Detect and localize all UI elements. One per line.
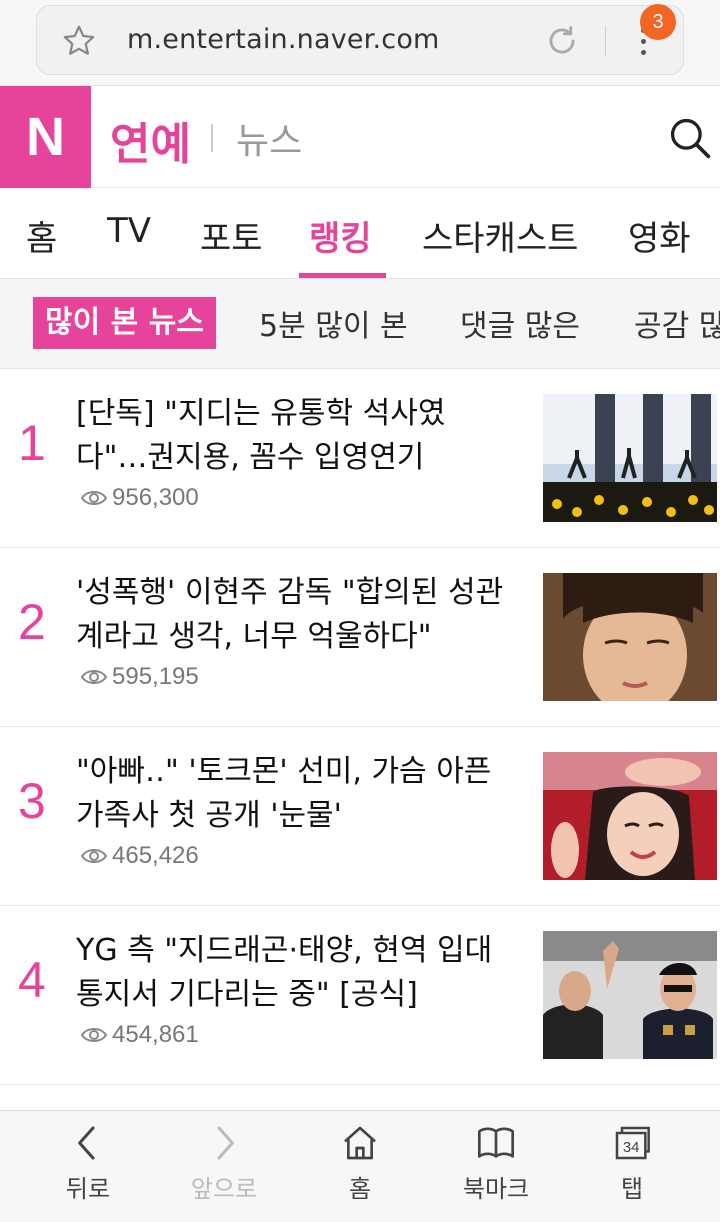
main-tabs: 홈 TV 포토 랭킹 스타캐스트 영화 bbox=[0, 189, 720, 279]
tab-movie[interactable]: 영화 bbox=[628, 211, 691, 260]
tab-ranking[interactable]: 랭킹 bbox=[309, 211, 372, 260]
view-count-value: 956,300 bbox=[112, 484, 199, 511]
star-icon[interactable] bbox=[61, 23, 97, 59]
eye-icon bbox=[80, 491, 108, 505]
tabs-icon: 34 bbox=[615, 1126, 650, 1160]
news-title[interactable]: '성폭행' 이현주 감독 "합의된 성관계라고 생각, 너무 억울하다" bbox=[76, 571, 516, 659]
ranking-sub-tabs: 많이 본 뉴스 5분 많이 본 댓글 많은 공감 많은 bbox=[0, 279, 720, 369]
chevron-right-icon bbox=[217, 1126, 234, 1160]
home-button[interactable]: 홈 bbox=[310, 1123, 410, 1204]
home-icon bbox=[344, 1126, 376, 1160]
tab-count: 34 bbox=[623, 1139, 640, 1156]
tab-home[interactable]: 홈 bbox=[26, 211, 57, 260]
reload-icon[interactable] bbox=[543, 22, 581, 60]
bookmarks-label: 북마크 bbox=[462, 1175, 530, 1203]
view-count: 595,195 bbox=[80, 663, 199, 691]
browser-bottom-nav: 뒤로 앞으로 홈 북마크 34 탭 bbox=[0, 1110, 720, 1222]
subtab-most-comments[interactable]: 댓글 많은 bbox=[460, 301, 580, 345]
news-item[interactable]: 1 [단독] "지디는 유통학 석사였다"…권지용, 꼼수 입영연기 956,3… bbox=[0, 370, 720, 548]
eye-icon bbox=[80, 1028, 108, 1042]
news-thumbnail[interactable] bbox=[543, 931, 717, 1059]
view-count: 956,300 bbox=[80, 484, 199, 512]
back-button[interactable]: 뒤로 bbox=[38, 1123, 138, 1204]
view-count: 465,426 bbox=[80, 842, 199, 870]
search-icon[interactable] bbox=[668, 116, 712, 160]
book-icon bbox=[478, 1127, 514, 1158]
news-title[interactable]: "아빠‥" '토크몬' 선미, 가슴 아픈 가족사 첫 공개 '눈물' bbox=[76, 750, 516, 838]
url-text[interactable]: m.entertain.naver.com bbox=[127, 24, 440, 55]
tabs-button[interactable]: 34 탭 bbox=[582, 1123, 682, 1204]
naver-logo[interactable]: N bbox=[0, 86, 91, 188]
home-label: 홈 bbox=[348, 1175, 372, 1203]
bookmarks-button[interactable]: 북마크 bbox=[446, 1123, 546, 1204]
eye-icon bbox=[80, 670, 108, 684]
rank-number: 1 bbox=[18, 415, 46, 471]
url-field[interactable]: m.entertain.naver.com bbox=[36, 5, 684, 75]
subtab-most-likes[interactable]: 공감 많은 bbox=[634, 301, 720, 345]
site-header: N 연예 뉴스 bbox=[0, 86, 720, 188]
tab-starcast[interactable]: 스타캐스트 bbox=[422, 211, 578, 260]
section-subtitle[interactable]: 뉴스 bbox=[236, 112, 302, 164]
rank-number: 4 bbox=[18, 952, 46, 1008]
notification-badge: 3 bbox=[640, 4, 676, 40]
subtab-5min-viewed[interactable]: 5분 많이 본 bbox=[259, 301, 408, 345]
rank-number: 2 bbox=[18, 594, 46, 650]
section-title[interactable]: 연예 bbox=[110, 108, 191, 172]
title-divider bbox=[211, 124, 213, 152]
rank-number: 3 bbox=[18, 773, 46, 829]
view-count-value: 454,861 bbox=[112, 1021, 199, 1048]
news-item[interactable]: 4 YG 측 "지드래곤·태양, 현역 입대 통지서 기다리는 중" [공식] … bbox=[0, 907, 720, 1085]
forward-button[interactable]: 앞으로 bbox=[174, 1123, 274, 1204]
news-title[interactable]: [단독] "지디는 유통학 석사였다"…권지용, 꼼수 입영연기 bbox=[76, 392, 516, 480]
news-thumbnail[interactable] bbox=[543, 752, 717, 880]
news-item[interactable]: 2 '성폭행' 이현주 감독 "합의된 성관계라고 생각, 너무 억울하다" 5… bbox=[0, 549, 720, 727]
active-tab-indicator bbox=[299, 273, 386, 278]
tabs-label: 탭 bbox=[620, 1175, 644, 1203]
subtab-most-viewed[interactable]: 많이 본 뉴스 bbox=[33, 297, 216, 349]
chevron-left-icon bbox=[78, 1126, 95, 1160]
view-count: 454,861 bbox=[80, 1021, 199, 1049]
news-thumbnail[interactable] bbox=[543, 573, 717, 701]
tab-tv[interactable]: TV bbox=[107, 211, 151, 251]
eye-icon bbox=[80, 849, 108, 863]
browser-address-bar: m.entertain.naver.com 3 bbox=[0, 0, 720, 86]
tab-photo[interactable]: 포토 bbox=[200, 211, 263, 260]
url-divider bbox=[605, 26, 606, 56]
news-item[interactable]: 3 "아빠‥" '토크몬' 선미, 가슴 아픈 가족사 첫 공개 '눈물' 46… bbox=[0, 728, 720, 906]
news-title[interactable]: YG 측 "지드래곤·태양, 현역 입대 통지서 기다리는 중" [공식] bbox=[76, 929, 516, 1017]
back-label: 뒤로 bbox=[65, 1175, 111, 1203]
forward-label: 앞으로 bbox=[190, 1175, 258, 1203]
news-thumbnail[interactable] bbox=[543, 394, 717, 522]
view-count-value: 465,426 bbox=[112, 842, 199, 869]
view-count-value: 595,195 bbox=[112, 663, 199, 690]
